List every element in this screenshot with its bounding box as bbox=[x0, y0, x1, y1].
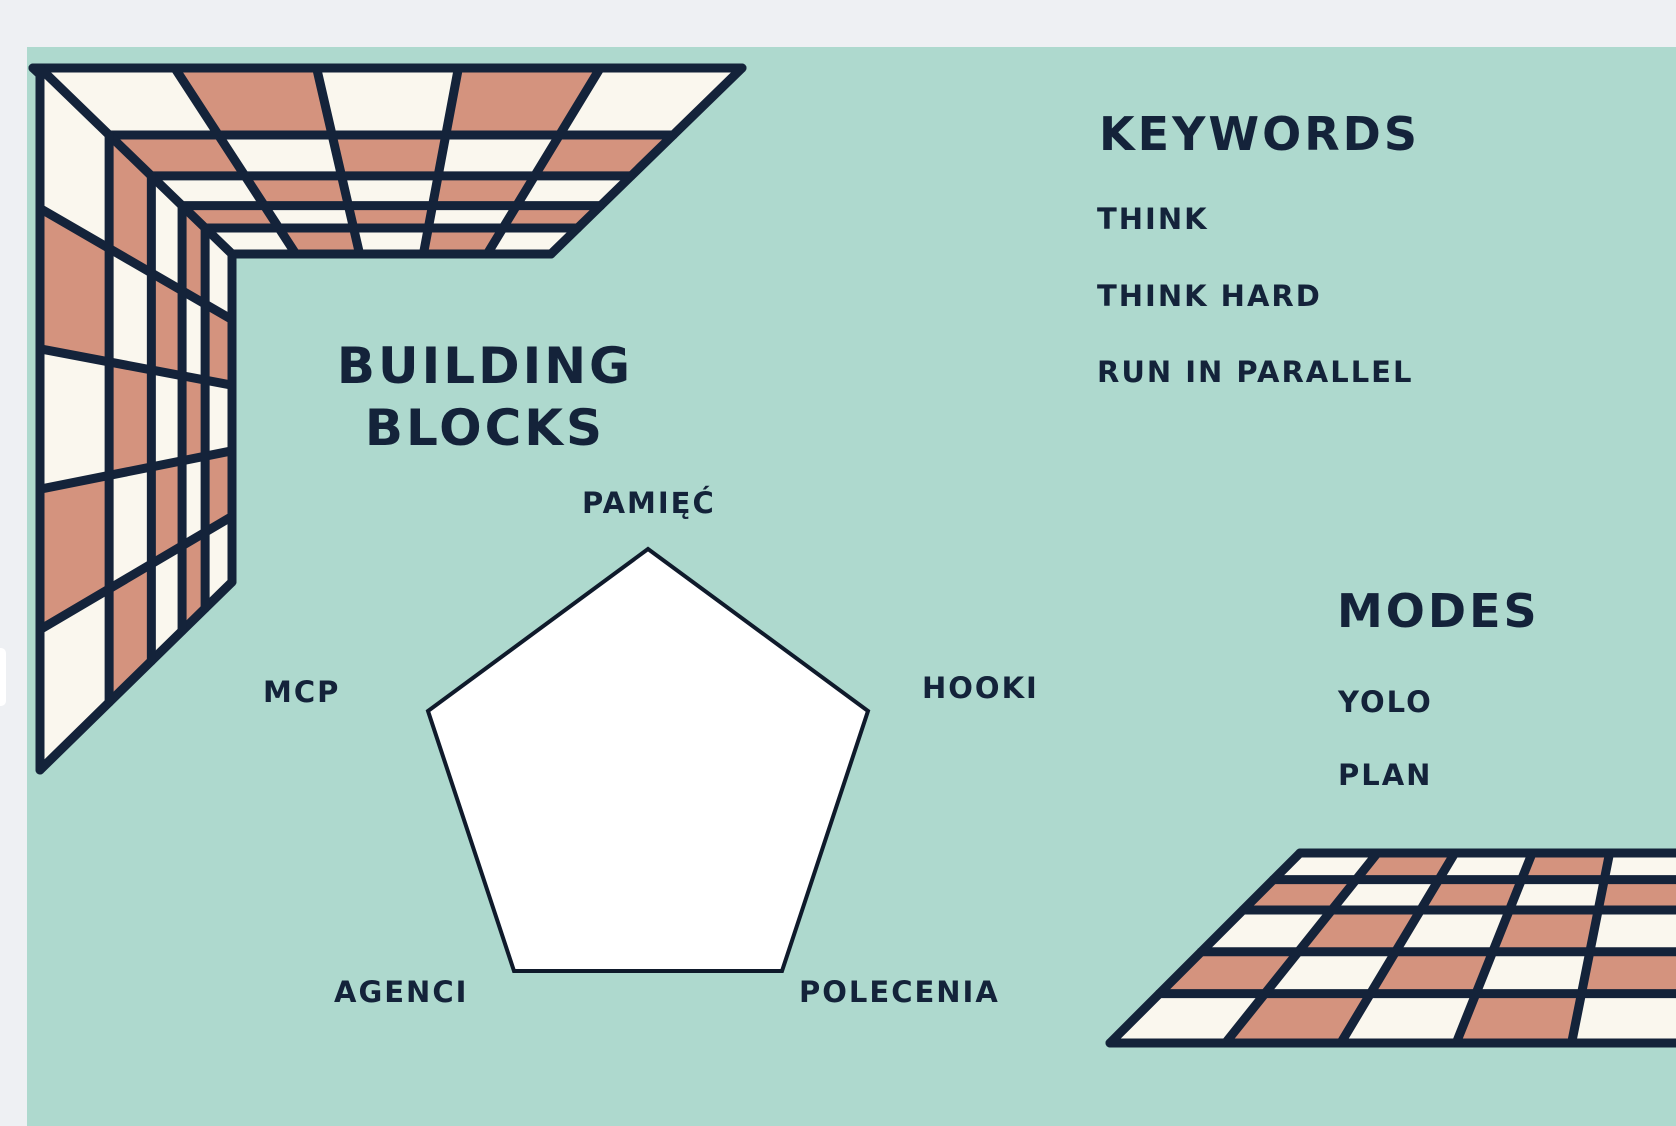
pentagon-shape bbox=[425, 546, 871, 973]
slide-canvas: BUILDING BLOCKS PAMIĘĆ HOOKI POLECENIA A… bbox=[27, 47, 1676, 1126]
keyword-item: THINK HARD bbox=[1097, 279, 1322, 313]
left-edge-tab[interactable] bbox=[0, 648, 6, 706]
mode-item: PLAN bbox=[1338, 758, 1433, 792]
pentagon-label-bottom-right: POLECENIA bbox=[799, 975, 1000, 1009]
keyword-item: THINK bbox=[1097, 202, 1209, 236]
keywords-heading: KEYWORDS bbox=[1099, 107, 1420, 161]
pentagon-label-right: HOOKI bbox=[922, 671, 1039, 705]
perspective-floor-grid-illustration bbox=[1105, 848, 1676, 1048]
modes-heading: MODES bbox=[1337, 584, 1540, 638]
pentagon-label-top: PAMIĘĆ bbox=[582, 486, 716, 520]
page-title-line-2: BLOCKS bbox=[364, 399, 606, 457]
page-title: BUILDING BLOCKS bbox=[325, 335, 645, 459]
pentagon-label-bottom-left: AGENCI bbox=[334, 975, 469, 1009]
floor-panel bbox=[1105, 848, 1676, 1048]
keyword-item: RUN IN PARALLEL bbox=[1097, 355, 1414, 389]
pentagon-label-left: MCP bbox=[263, 675, 341, 709]
mode-item: YOLO bbox=[1338, 685, 1433, 719]
page-title-line-1: BUILDING bbox=[336, 337, 634, 395]
